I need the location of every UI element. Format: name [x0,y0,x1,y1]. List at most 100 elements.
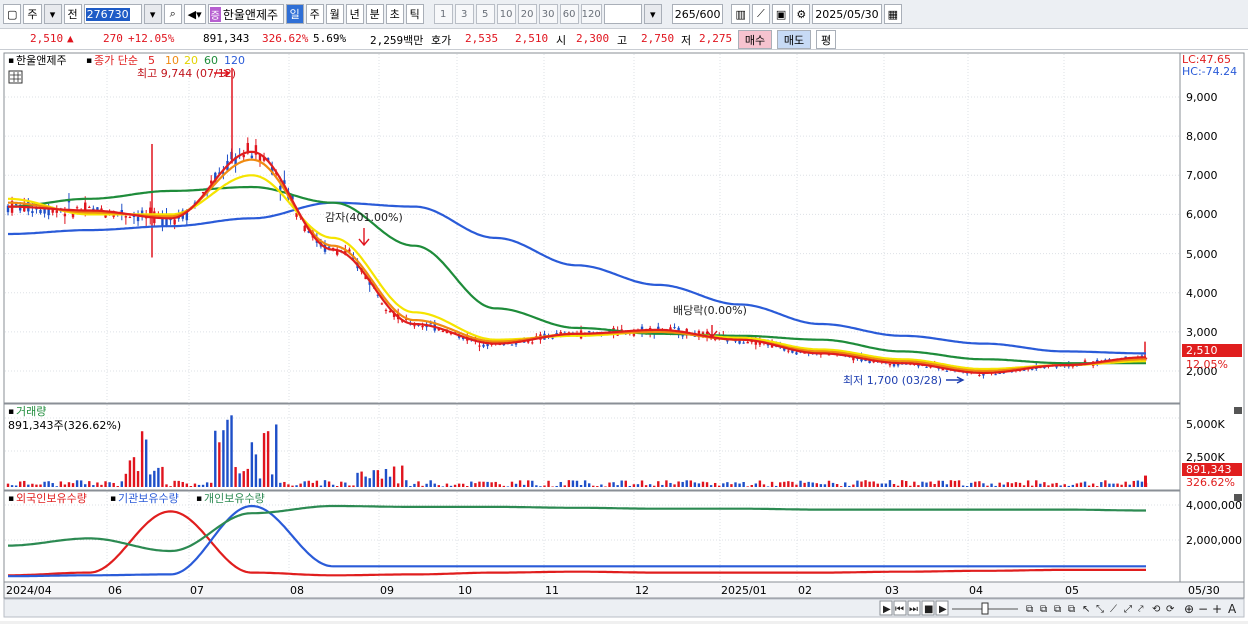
interval-60[interactable]: 60 [559,4,579,24]
volume-panel[interactable] [3,403,1181,491]
volume-bar [63,484,67,487]
window-icon[interactable]: ⧉ [1026,604,1033,615]
price-panel[interactable] [3,52,1181,404]
volume-bar [39,484,42,487]
period-second[interactable]: 초 [385,4,404,24]
buy-button[interactable]: 매수 [738,30,772,49]
zoom-slider-handle[interactable] [981,602,989,615]
current-price: 2,510 [30,32,64,45]
avg-button[interactable]: 평 [816,30,836,49]
volume-bar [234,467,237,487]
drawing-tool-icon[interactable]: ⤤ [1138,604,1144,615]
volume-bar [795,484,798,487]
chevron-down-icon[interactable]: ▾ [143,4,162,24]
interval-5[interactable]: 5 [475,4,495,24]
volume-bar [701,481,705,487]
gear-icon[interactable]: ⚙ [792,4,811,24]
period-year[interactable]: 년 [345,4,364,24]
volume-bar [705,482,709,487]
volume-bar [88,481,91,487]
speaker-icon[interactable]: ◀▾ [183,4,206,24]
period-month[interactable]: 월 [325,4,344,24]
calendar-icon[interactable]: ▦ [883,4,903,24]
zoom-out-icon[interactable]: − [1198,602,1208,616]
volume-bar [539,486,542,487]
data-count-field[interactable]: 265/600 [671,4,724,24]
volume-bar [449,485,453,487]
window-icon[interactable]: ⧉ [1068,604,1075,615]
volume-bar [323,480,327,487]
prefix-select[interactable]: 전 [63,4,82,24]
candle-body [43,208,46,214]
table-toggle-icon[interactable] [8,70,23,84]
volume-bar [356,472,359,487]
panel-marker: ▪ [196,494,202,504]
volume-bar [445,483,449,487]
x-label-07: 07 [190,584,204,597]
stock-chart[interactable]: ▪ 한울앤제주 ▪ 종가 단순 5 10 20 60 120 최고 9,744 … [0,50,1248,621]
period-minute[interactable]: 분 [365,4,384,24]
drawing-tool-icon[interactable]: ⟳ [1166,604,1175,615]
volume-bar [242,471,245,487]
font-size-icon[interactable]: A [1228,602,1237,616]
chevron-down-icon[interactable]: ▾ [643,4,662,24]
interval-1[interactable]: 1 [433,4,453,24]
volume-bar [92,485,95,487]
volume-bar [514,483,518,487]
volume-bar [27,484,30,487]
holdings-panel[interactable] [3,490,1181,583]
volume-bar [653,485,656,487]
custom-interval-input[interactable] [603,4,642,24]
volume-bar [823,484,827,487]
volume-bar [250,442,254,487]
volume-bar [665,480,668,487]
window-icon[interactable]: ⧉ [1040,604,1047,615]
stock-code-input[interactable]: 276730 [83,4,142,24]
volume-bar [140,431,144,487]
zoom-in-icon[interactable]: + [1212,602,1222,616]
volume-panel-close-icon[interactable] [1234,407,1242,414]
search-icon[interactable]: ⌕ [163,4,182,24]
volume-bar [364,476,367,487]
drawing-tool-icon[interactable]: ⤡ [1096,604,1104,615]
window-icon[interactable]: ⧉ [1054,604,1061,615]
volume-bar [933,484,936,487]
stock-name-field[interactable]: 증 한울앤제주 [207,4,284,24]
volume-bar [466,486,469,487]
drawing-tool-icon[interactable]: ⟲ [1152,604,1161,615]
sell-button[interactable]: 매도 [777,30,811,49]
period-tick[interactable]: 틱 [405,4,424,24]
date-field[interactable]: 2025/05/30 [812,4,882,24]
candle-body [482,344,485,347]
crosshair-icon[interactable]: ⊕ [1184,602,1194,616]
volume-bar [266,431,270,487]
interval-30[interactable]: 30 [538,4,558,24]
interval-120[interactable]: 120 [580,4,602,24]
volume-bar [730,484,733,487]
drawing-tool-icon[interactable]: ↖ [1082,604,1090,615]
prefix-label: 전 [67,8,78,21]
x-label-09: 09 [380,584,394,597]
chevron-down-icon[interactable]: ▾ [43,4,62,24]
volume-bar [1014,482,1018,487]
volume-bar [14,485,18,487]
volume-panel-value: 891,343주(326.62%) [8,419,121,432]
volume-bar [864,480,867,487]
window-icon[interactable]: ▢ [3,4,22,24]
market-select[interactable]: 주 [23,4,42,24]
period-day[interactable]: 일 [285,4,304,24]
drawing-tool-icon[interactable]: ⤢ [1124,604,1132,615]
volume-bar [1124,481,1127,487]
save-icon[interactable]: ▣ [771,4,791,24]
volume-bar [388,476,392,487]
line-tool-icon[interactable]: ⟋ [751,4,770,24]
interval-20[interactable]: 20 [517,4,537,24]
interval-3[interactable]: 3 [454,4,474,24]
chart-area[interactable]: ▪ 한울앤제주 ▪ 종가 단순 5 10 20 60 120 최고 9,744 … [0,50,1248,621]
volume-bar [384,468,388,487]
volume-bar [344,482,347,487]
period-week[interactable]: 주 [305,4,324,24]
candle-icon[interactable]: ▥ [731,4,750,24]
drawing-tool-icon[interactable]: ⟋ [1110,604,1117,615]
interval-10[interactable]: 10 [496,4,516,24]
